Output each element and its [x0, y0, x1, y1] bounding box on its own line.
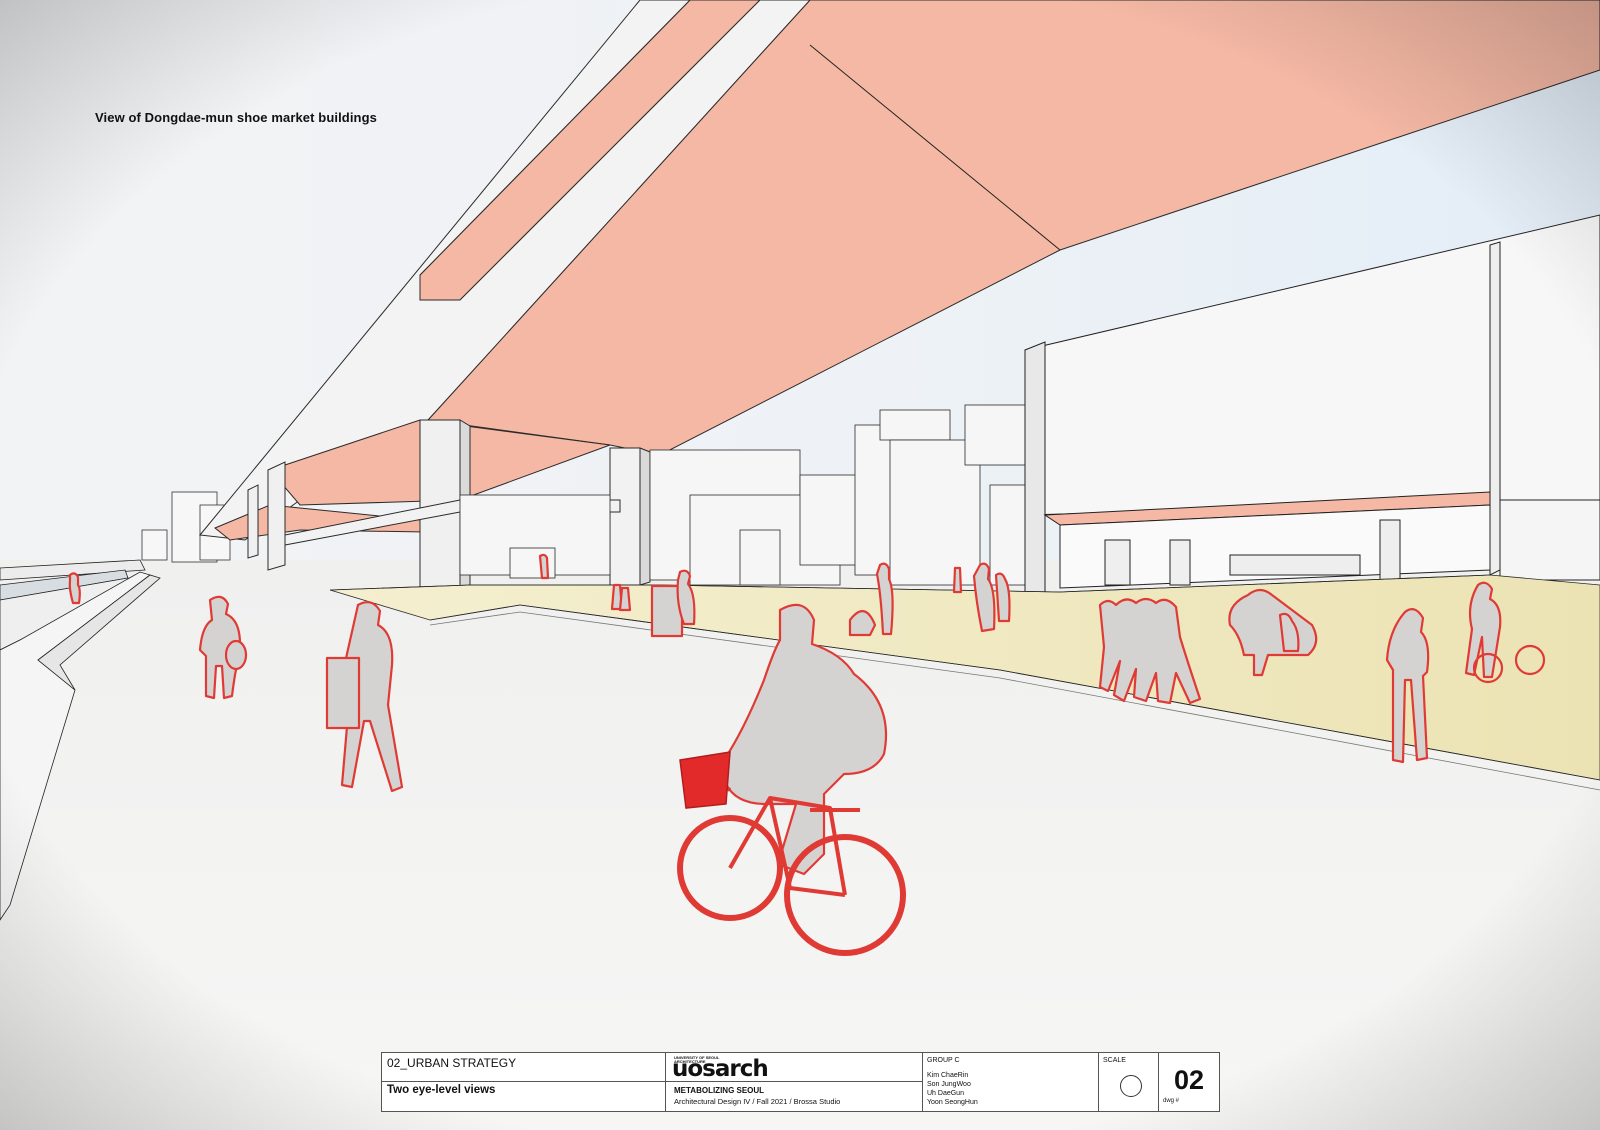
member-name: Uh DaeGun: [927, 1090, 964, 1097]
project-title: METABOLIZING SEOUL: [674, 1086, 765, 1095]
group-label: GROUP C: [927, 1057, 960, 1064]
drawing-sheet: View of Dongdae-mun shoe market building…: [0, 0, 1600, 1130]
title-block: 02_URBAN STRATEGY Two eye-level views UN…: [381, 1052, 1220, 1112]
member-name: Kim ChaeRin: [927, 1072, 969, 1079]
drawing-number-label: dwg #: [1163, 1098, 1180, 1104]
pedestrian-figure: [952, 566, 963, 594]
member-name: Son JungWoo: [927, 1081, 971, 1088]
pedestrian-figure: [68, 572, 81, 605]
perspective-rendering: [0, 0, 1600, 1130]
scale-label: SCALE: [1103, 1057, 1126, 1064]
divider: [665, 1053, 666, 1111]
divider: [922, 1053, 923, 1111]
view-title: View of Dongdae-mun shoe market building…: [95, 110, 377, 125]
member-name: Yoon SeongHun: [927, 1099, 978, 1106]
drawing-number: 02: [1174, 1065, 1205, 1095]
uosarch-logo: uosarch: [672, 1056, 769, 1082]
divider: [1098, 1053, 1099, 1111]
course-info: Architectural Design IV / Fall 2021 / Br…: [674, 1097, 841, 1106]
bike-basket: [679, 751, 731, 809]
member-list: Kim ChaeRin Son JungWoo Uh DaeGun Yoon S…: [927, 1071, 978, 1107]
divider: [1158, 1053, 1159, 1111]
section-label: 02_URBAN STRATEGY: [387, 1056, 517, 1070]
pedestrian-figure: [538, 553, 550, 580]
scale-circle-icon: [1120, 1075, 1142, 1097]
sheet-heading: Two eye-level views: [387, 1084, 496, 1096]
pedestrian-figure: [618, 586, 632, 612]
divider: [382, 1081, 922, 1082]
